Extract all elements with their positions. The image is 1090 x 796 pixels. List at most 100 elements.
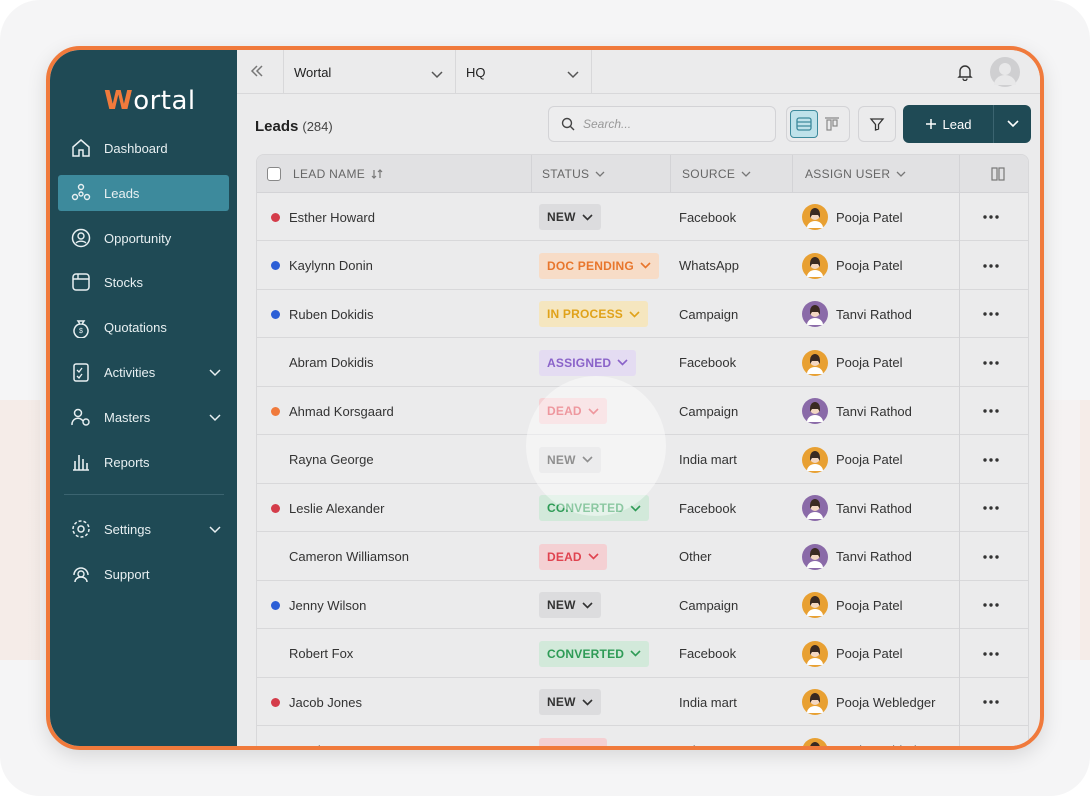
lead-name-cell[interactable]: Ahmad Korsgaard — [271, 387, 394, 435]
sidebar-item-quotations[interactable]: $ Quotations — [58, 309, 229, 345]
lead-name-cell[interactable]: Bessie Cooper — [271, 727, 374, 746]
source-cell: Campaign — [679, 387, 738, 435]
status-badge[interactable]: DEAD — [539, 737, 607, 746]
lead-name[interactable]: Cameron Williamson — [289, 549, 409, 564]
source-label: Facebook — [679, 500, 737, 516]
sidebar-item-opportunity[interactable]: Opportunity — [58, 220, 229, 256]
source-cell: Facebook — [679, 193, 736, 241]
row-actions[interactable] — [983, 581, 999, 629]
lead-name[interactable]: Rayna George — [289, 452, 374, 467]
status-badge[interactable]: IN PROCESS — [539, 301, 649, 327]
bell-icon[interactable] — [956, 63, 974, 86]
row-actions[interactable] — [983, 533, 999, 581]
column-source[interactable]: SOURCE — [671, 155, 793, 193]
list-view-button[interactable] — [790, 110, 818, 138]
sort-icon — [371, 169, 383, 179]
table-row[interactable]: Robert Fox CONVERTED Facebook Pooja Patel — [257, 630, 1028, 678]
priority-dot — [271, 600, 280, 610]
lead-name-cell[interactable]: Abram Dokidis — [271, 339, 374, 387]
lead-name-cell[interactable]: Leslie Alexander — [271, 484, 384, 532]
lead-name-cell[interactable]: Cameron Williamson — [271, 533, 409, 581]
lead-name[interactable]: Robert Fox — [289, 646, 353, 661]
column-lead-name[interactable]: LEAD NAME — [267, 155, 532, 193]
chevron-down-icon — [209, 522, 221, 537]
row-actions[interactable] — [983, 678, 999, 726]
column-status[interactable]: STATUS — [532, 155, 671, 193]
column-settings[interactable] — [960, 155, 1028, 193]
row-actions[interactable] — [983, 484, 999, 532]
sidebar-item-masters[interactable]: Masters — [58, 399, 229, 435]
search-input[interactable]: Search... — [548, 106, 776, 142]
add-lead-main[interactable]: Lead — [903, 105, 994, 143]
row-actions[interactable] — [983, 193, 999, 241]
lead-name[interactable]: Jacob Jones — [289, 695, 362, 710]
status-badge[interactable]: DEAD — [539, 543, 607, 570]
table-row[interactable]: Bessie Cooper DEAD Other Pooja Webledger — [257, 727, 1028, 747]
status-cell: NEW — [539, 581, 601, 629]
table-row[interactable]: Kaylynn Donin DOC PENDING WhatsApp Pooja Pa… — [257, 242, 1028, 290]
lead-name-cell[interactable]: Robert Fox — [271, 630, 353, 678]
table-row[interactable]: Esther Howard NEW Facebook Pooja Patel — [257, 193, 1028, 241]
svg-text:$: $ — [79, 328, 83, 335]
row-actions[interactable] — [983, 242, 999, 290]
collapse-sidebar-icon[interactable] — [249, 63, 265, 84]
row-actions[interactable] — [983, 290, 999, 338]
sidebar: Wortal Dashboard Leads Opportunity Stocks $ Q… — [50, 50, 237, 746]
status-badge[interactable]: CONVERTED — [539, 640, 650, 667]
sidebar-item-support[interactable]: Support — [58, 556, 229, 592]
source-label: Facebook — [679, 355, 737, 370]
row-actions[interactable] — [983, 339, 999, 387]
lead-name[interactable]: Jenny Wilson — [289, 598, 366, 613]
status-badge[interactable]: DOC PENDING — [539, 252, 659, 279]
status-label: NEW — [547, 695, 576, 709]
lead-name-cell[interactable]: Rayna George — [271, 436, 374, 484]
user-avatar[interactable] — [990, 57, 1020, 87]
company-select[interactable]: Wortal — [283, 50, 455, 94]
table-row[interactable]: Jenny Wilson NEW Campaign Pooja Patel — [257, 581, 1028, 629]
filter-button[interactable] — [858, 106, 896, 142]
lead-name[interactable]: Ruben Dokidis — [289, 307, 374, 322]
table-row[interactable]: Ruben Dokidis IN PROCESS Campaign Tanvi Rat… — [257, 290, 1028, 338]
play-video-overlay[interactable] — [526, 376, 666, 516]
sidebar-item-leads[interactable]: Leads — [58, 175, 229, 211]
sidebar-item-settings[interactable]: Settings — [58, 511, 229, 547]
branch-select[interactable]: HQ — [455, 50, 591, 94]
lead-name[interactable]: Abram Dokidis — [289, 355, 374, 370]
sidebar-item-stocks[interactable]: Stocks — [58, 264, 229, 300]
column-assign-user-label: ASSIGN USER — [805, 167, 891, 181]
status-badge[interactable]: NEW — [539, 204, 601, 230]
lead-name[interactable]: Esther Howard — [289, 210, 375, 225]
status-badge[interactable]: NEW — [539, 592, 601, 618]
lead-name-cell[interactable]: Jenny Wilson — [271, 581, 366, 629]
sidebar-item-label: Masters — [104, 409, 151, 425]
row-actions[interactable] — [983, 630, 999, 678]
table-row[interactable]: Cameron Williamson DEAD Other Tanvi Rathod — [257, 533, 1028, 581]
table-row[interactable]: Jacob Jones NEW India mart Pooja Webledger — [257, 678, 1028, 726]
lead-name-cell[interactable]: Ruben Dokidis — [271, 290, 374, 338]
sidebar-item-reports[interactable]: Reports — [58, 444, 229, 480]
lead-name[interactable]: Leslie Alexander — [289, 501, 384, 516]
lead-name[interactable]: Bessie Cooper — [289, 743, 374, 746]
add-lead-dropdown[interactable] — [994, 105, 1031, 143]
kanban-view-button[interactable] — [818, 110, 846, 138]
chevron-down-icon — [209, 365, 221, 380]
row-actions[interactable] — [983, 727, 999, 747]
column-assign-user[interactable]: ASSIGN USER — [793, 155, 960, 193]
row-actions[interactable] — [983, 436, 999, 484]
sidebar-item-dashboard[interactable]: Dashboard — [58, 130, 229, 166]
lead-name[interactable]: Kaylynn Donin — [289, 258, 373, 273]
chevron-down-icon — [209, 410, 221, 425]
topbar-divider — [591, 50, 592, 94]
more-horizontal-icon — [983, 360, 999, 365]
status-badge[interactable]: ASSIGNED — [539, 349, 637, 376]
lead-name-cell[interactable]: Esther Howard — [271, 193, 375, 241]
lead-name-cell[interactable]: Kaylynn Donin — [271, 242, 373, 290]
lead-name[interactable]: Ahmad Korsgaard — [289, 404, 394, 419]
select-all-checkbox[interactable] — [267, 167, 281, 181]
status-badge[interactable]: NEW — [539, 689, 601, 715]
table-row[interactable]: Abram Dokidis ASSIGNED Facebook Pooja Patel — [257, 339, 1028, 387]
row-actions[interactable] — [983, 387, 999, 435]
add-lead-button[interactable]: Lead — [903, 105, 1031, 143]
sidebar-item-activities[interactable]: Activities — [58, 354, 229, 390]
lead-name-cell[interactable]: Jacob Jones — [271, 678, 362, 726]
